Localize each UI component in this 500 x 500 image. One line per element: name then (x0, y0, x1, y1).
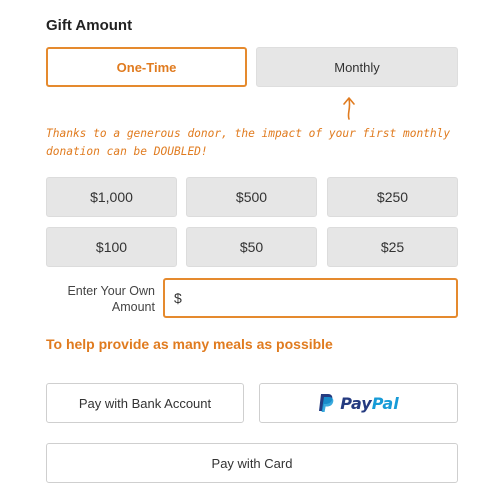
own-amount-input[interactable]: $ (163, 278, 458, 318)
one-time-button[interactable]: One-Time (46, 47, 247, 87)
own-amount-label: Enter Your Own Amount (50, 283, 155, 315)
paypal-button[interactable]: PayPal (259, 383, 458, 423)
own-amount-label-line1: Enter Your Own (67, 284, 155, 298)
amount-button[interactable]: $25 (327, 227, 458, 267)
paypal-wordmark-pal: Pal (371, 393, 399, 413)
amount-button[interactable]: $250 (327, 177, 458, 217)
paypal-logo-icon (319, 394, 334, 412)
monthly-match-note: Thanks to a generous donor, the impact o… (46, 127, 451, 158)
help-text: To help provide as many meals as possibl… (46, 336, 333, 352)
pay-bank-button[interactable]: Pay with Bank Account (46, 383, 244, 423)
own-amount-label-line2: Amount (111, 300, 155, 314)
pay-card-button[interactable]: Pay with Card (46, 443, 458, 483)
amount-button[interactable]: $1,000 (46, 177, 177, 217)
paypal-wordmark-pay: Pay (340, 393, 372, 413)
gift-amount-title: Gift Amount (46, 17, 133, 34)
monthly-button[interactable]: Monthly (256, 47, 458, 87)
up-arrow-icon (343, 97, 355, 120)
paypal-wordmark: PayPal (340, 394, 398, 413)
amount-button[interactable]: $500 (186, 177, 317, 217)
amount-button[interactable]: $100 (46, 227, 177, 267)
currency-prefix: $ (174, 290, 182, 306)
amount-button[interactable]: $50 (186, 227, 317, 267)
